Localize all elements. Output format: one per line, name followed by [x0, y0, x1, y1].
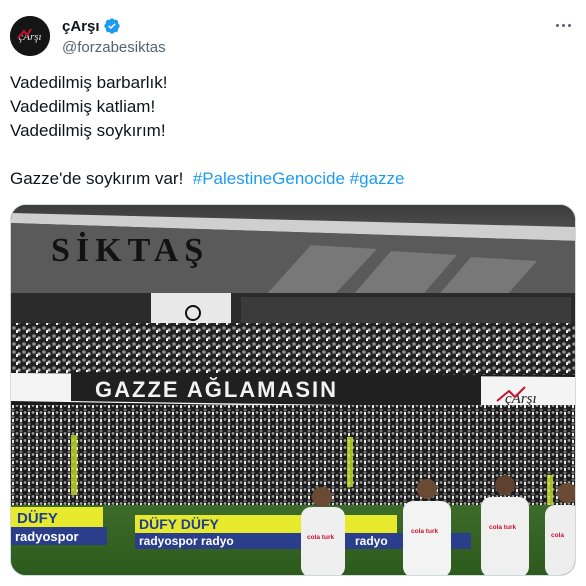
- tweet-line-2: Vadedilmiş katliam!: [10, 97, 156, 116]
- display-name[interactable]: çArşı: [62, 18, 100, 35]
- ad-board-duey-2: DÜFY DÜFY: [139, 516, 220, 532]
- ad-board-radyospor: radyospor: [15, 529, 79, 544]
- tweet-final-text: Gazze'de soykırım var!: [10, 169, 184, 188]
- tweet-card[interactable]: çArşı çArşı @forzabesiktas Vadedilmiş ba…: [0, 0, 586, 586]
- tweet-header: çArşı çArşı @forzabesiktas: [10, 14, 576, 58]
- ad-board-radyospor-2: radyospor radyo: [139, 534, 234, 548]
- ad-board-duey: DÜFY: [17, 510, 58, 527]
- hashtag-gazze[interactable]: #gazze: [350, 169, 405, 188]
- avatar[interactable]: çArşı: [10, 16, 50, 56]
- verified-badge-icon: [103, 17, 121, 35]
- ad-board-radyo: radyo: [355, 534, 388, 548]
- banner-tag: çArşı: [505, 391, 537, 407]
- tweet-photo[interactable]: SİKTAŞ GAZZE AĞLAMASIN çArşı DÜFY radyos…: [10, 204, 576, 576]
- user-handle[interactable]: @forzabesiktas: [62, 39, 166, 56]
- stadium-lettering: SİKTAŞ: [51, 231, 209, 269]
- stadium-photo: SİKTAŞ GAZZE AĞLAMASIN çArşı DÜFY radyos…: [11, 205, 575, 575]
- kit-sponsor-1: cola turk: [307, 534, 334, 541]
- kit-sponsor-4: cola: [551, 532, 564, 539]
- kit-sponsor-3: cola turk: [489, 524, 516, 531]
- tweet-text: Vadedilmiş barbarlık! Vadedilmiş katliam…: [10, 71, 570, 191]
- tweet-line-3: Vadedilmiş soykırım!: [10, 121, 166, 140]
- tweet-line-1: Vadedilmiş barbarlık!: [10, 73, 168, 92]
- kit-sponsor-2: cola turk: [411, 528, 438, 535]
- tweet-line-4: Gazze'de soykırım var! #PalestineGenocid…: [10, 167, 570, 191]
- hashtag-palestinegenocide[interactable]: #PalestineGenocide: [193, 169, 345, 188]
- banner-text: GAZZE AĞLAMASIN: [95, 377, 338, 402]
- more-dots-icon[interactable]: [552, 16, 574, 34]
- user-names: çArşı @forzabesiktas: [62, 16, 166, 57]
- avatar-logo: çArşı: [10, 16, 50, 56]
